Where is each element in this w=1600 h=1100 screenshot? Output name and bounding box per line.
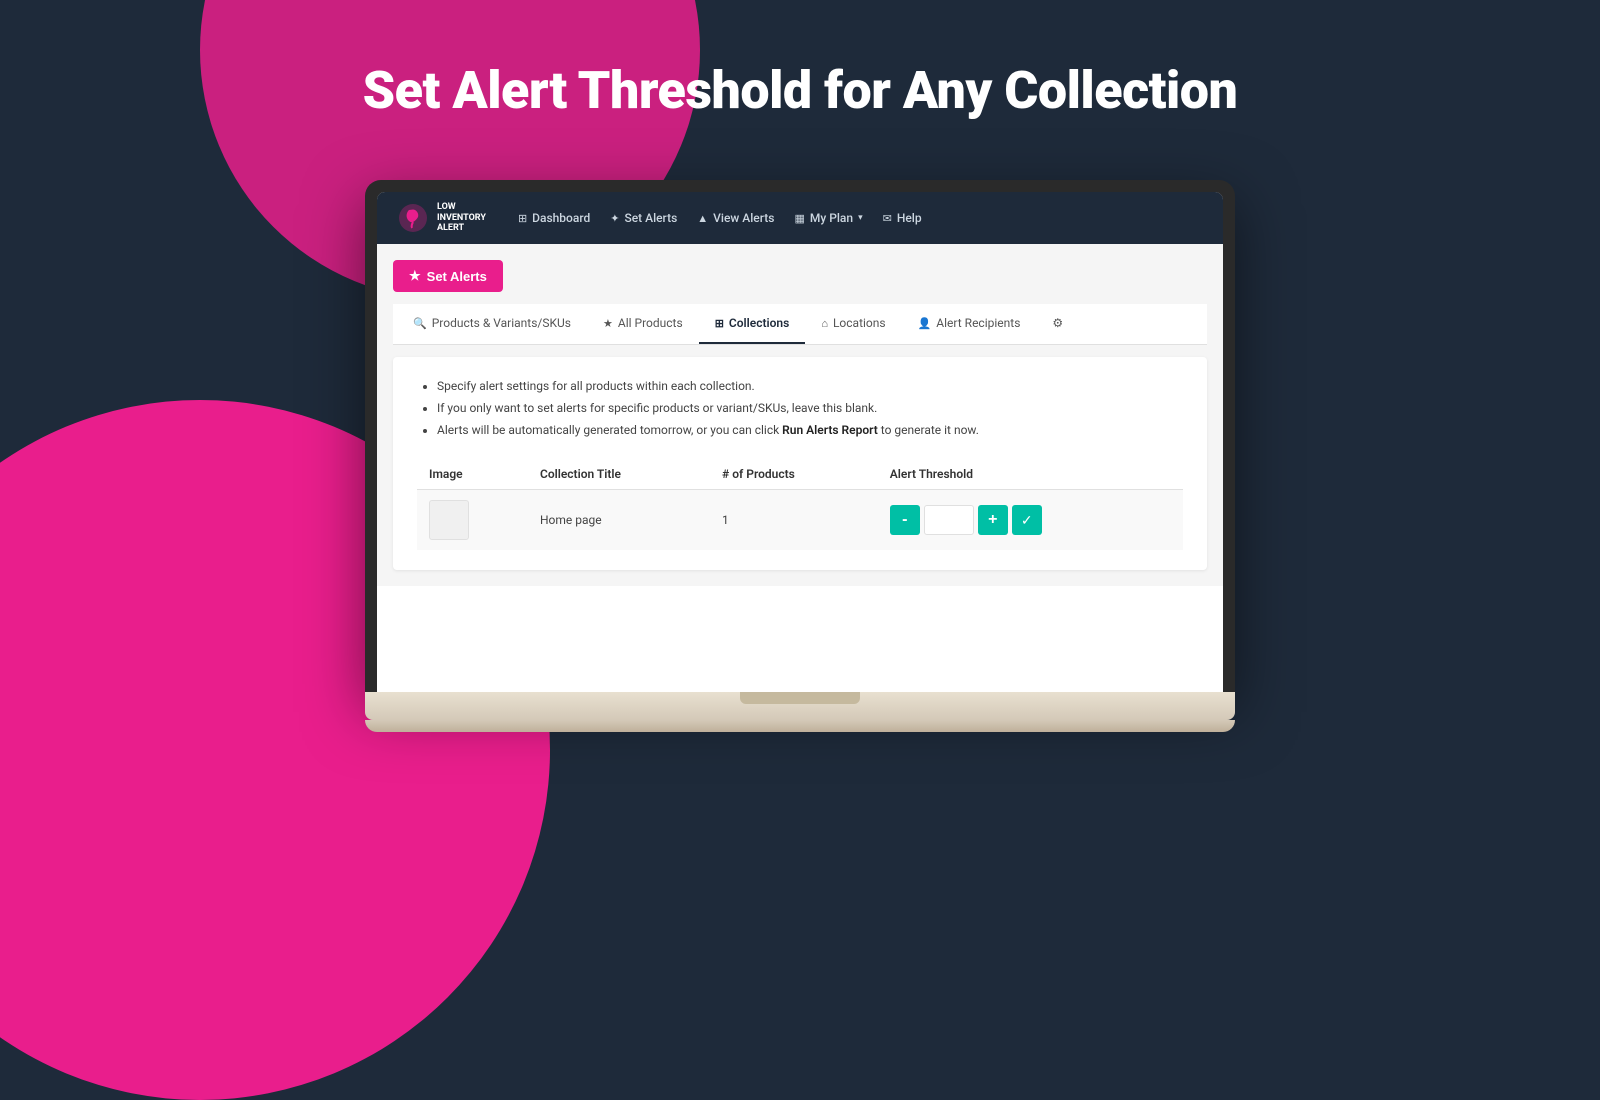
increment-button[interactable]: + [978,505,1008,535]
tab-products-variants[interactable]: 🔍 Products & Variants/SKUs [397,304,587,344]
tab-all-products[interactable]: ★ All Products [587,304,699,344]
tab-more[interactable]: ⚙ [1036,304,1079,344]
info-bullet-1: Specify alert settings for all products … [437,377,1183,395]
tab-alert-recipients[interactable]: 👤 Alert Recipients [902,304,1037,344]
nav-set-alerts[interactable]: ✦ Set Alerts [610,211,677,225]
view-alerts-icon: ▲ [697,212,708,225]
laptop-base [365,692,1235,720]
set-alerts-button[interactable]: ★ Set Alerts [393,260,503,292]
dashboard-icon: ⊞ [518,212,527,225]
collections-table: Image Collection Title # of Products Ale… [417,459,1183,550]
help-icon: ✉ [883,212,892,225]
table-body: Home page 1 - + ✓ [417,490,1183,551]
laptop-device: LOW INVENTORY ALERT ⊞ Dashboard ✦ Set Al… [365,180,1235,732]
info-bullet-3: Alerts will be automatically generated t… [437,421,1183,439]
col-products: # of Products [710,459,878,490]
col-title: Collection Title [528,459,710,490]
table-header: Image Collection Title # of Products Ale… [417,459,1183,490]
col-threshold: Alert Threshold [878,459,1183,490]
tab-navigation: 🔍 Products & Variants/SKUs ★ All Product… [393,304,1207,345]
threshold-input[interactable] [924,505,974,535]
set-alerts-nav-icon: ✦ [610,212,619,225]
info-bullet-2: If you only want to set alerts for speci… [437,399,1183,417]
logo-text: LOW INVENTORY ALERT [437,202,486,234]
run-alerts-link[interactable]: Run Alerts Report [782,423,878,437]
confirm-button[interactable]: ✓ [1012,505,1042,535]
cell-products: 1 [710,490,878,551]
tab-collections[interactable]: ⊞ Collections [699,304,806,344]
nav-view-alerts[interactable]: ▲ View Alerts [697,211,774,225]
page-heading: Set Alert Threshold for Any Collection [0,60,1600,121]
table-row: Home page 1 - + ✓ [417,490,1183,551]
logo-area: LOW INVENTORY ALERT [397,202,486,234]
laptop-screen-inner: LOW INVENTORY ALERT ⊞ Dashboard ✦ Set Al… [377,192,1223,692]
grid-icon: ⊞ [715,317,724,330]
tab-locations[interactable]: ⌂ Locations [805,304,901,344]
cell-threshold: - + ✓ [878,490,1183,551]
app-content: ★ Set Alerts 🔍 Products & Variants/SKUs … [377,244,1223,586]
chevron-down-icon: ▾ [858,213,863,223]
user-icon: 👤 [918,317,932,330]
set-alerts-star-icon: ★ [409,268,421,284]
app-navbar: LOW INVENTORY ALERT ⊞ Dashboard ✦ Set Al… [377,192,1223,244]
threshold-controls: - + ✓ [890,505,1171,535]
product-image [429,500,469,540]
col-image: Image [417,459,528,490]
laptop-foot [365,720,1235,732]
nav-my-plan[interactable]: ▦ My Plan ▾ [794,211,862,225]
home-icon: ⌂ [821,317,828,330]
decrement-button[interactable]: - [890,505,920,535]
cell-image [417,490,528,551]
search-icon: 🔍 [413,317,427,330]
app-logo-icon [397,202,429,234]
star-icon: ★ [603,317,613,330]
main-card: Specify alert settings for all products … [393,357,1207,570]
nav-help[interactable]: ✉ Help [883,211,922,225]
laptop-screen-outer: LOW INVENTORY ALERT ⊞ Dashboard ✦ Set Al… [365,180,1235,692]
info-list: Specify alert settings for all products … [417,377,1183,439]
cell-title: Home page [528,490,710,551]
nav-links: ⊞ Dashboard ✦ Set Alerts ▲ View Alerts ▦… [518,211,1203,225]
more-icon: ⚙ [1052,316,1063,330]
nav-dashboard[interactable]: ⊞ Dashboard [518,211,590,225]
my-plan-icon: ▦ [794,212,804,225]
